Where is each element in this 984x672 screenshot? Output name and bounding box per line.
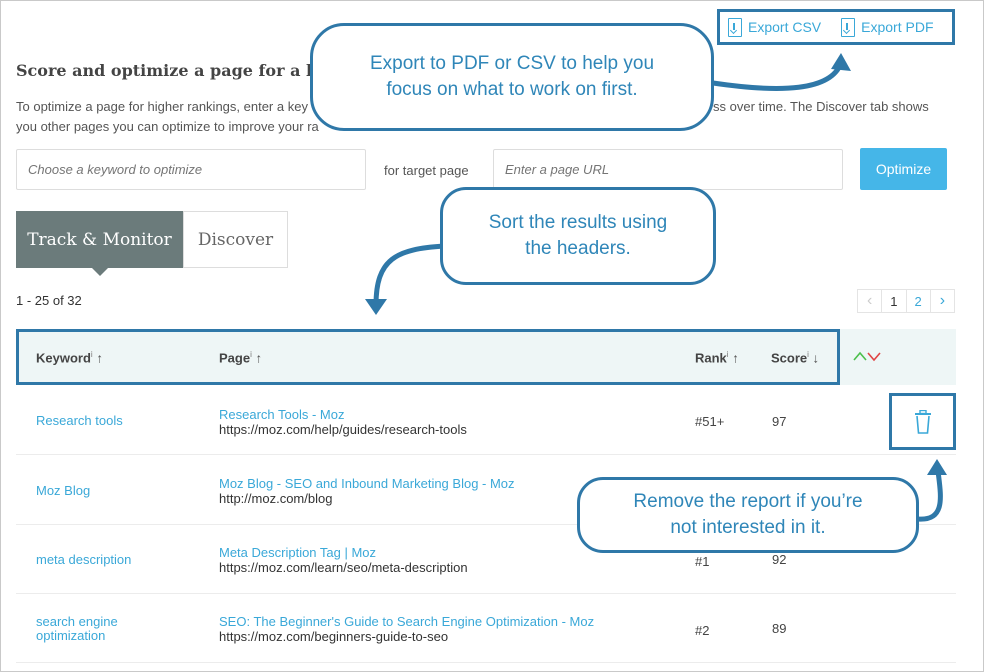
page-cell: Research Tools - Moz https://moz.com/hel… <box>219 407 467 437</box>
page-url: https://moz.com/help/guides/research-too… <box>219 422 467 437</box>
results-count: 1 - 25 of 32 <box>16 293 82 308</box>
prev-page-button[interactable]: ‹ <box>858 290 883 312</box>
pagination: ‹ 1 2 › <box>857 289 955 313</box>
sort-arrow-icon: ↑ <box>255 350 262 366</box>
tab-track-monitor[interactable]: Track & Monitor <box>16 211 183 276</box>
keyword-column-header[interactable]: Keywordi ↑ <box>36 350 103 365</box>
sort-arrow-icon: ↓ <box>812 350 820 366</box>
page-title: Score and optimize a page for a key <box>16 61 337 80</box>
download-document-icon <box>841 17 856 37</box>
keyword-link[interactable]: Research tools <box>36 414 123 428</box>
description-line1-end: ss over time. The Discover tab shows <box>713 99 929 114</box>
sort-arrow-icon: ↑ <box>96 350 103 366</box>
table-row: search engine optimization SEO: The Begi… <box>16 594 956 663</box>
page-cell: Meta Description Tag | Moz https://moz.c… <box>219 545 468 575</box>
page-url: http://moz.com/blog <box>219 491 333 506</box>
export-pdf-label: Export PDF <box>861 19 934 35</box>
keyword-link[interactable]: meta description <box>36 553 131 567</box>
rank-change-icon <box>853 350 883 365</box>
download-document-icon <box>728 17 742 37</box>
app-frame: Export CSV Export PDF Score and optimize… <box>0 0 984 672</box>
optimize-button[interactable]: Optimize <box>860 148 947 190</box>
keyword-link[interactable]: search engine optimization <box>36 615 146 643</box>
export-pdf-button[interactable]: Export PDF <box>841 17 934 37</box>
sort-callout: Sort the results using the headers. <box>440 187 716 285</box>
rank-value: #51+ <box>695 414 725 429</box>
page-column-header[interactable]: Pagei ↑ <box>219 350 262 365</box>
tab-label: Discover <box>197 229 274 250</box>
score-value: 92 <box>772 552 787 567</box>
tab-discover[interactable]: Discover <box>183 211 288 268</box>
rank-value: #2 <box>695 623 710 638</box>
tab-label: Track & Monitor <box>27 229 172 250</box>
page-url: https://moz.com/learn/seo/meta-descripti… <box>219 560 468 575</box>
export-toolbar: Export CSV Export PDF <box>717 9 955 45</box>
page-cell: SEO: The Beginner's Guide to Search Engi… <box>219 614 594 644</box>
rank-column-header[interactable]: Ranki ↑ <box>695 350 739 365</box>
export-csv-button[interactable]: Export CSV <box>728 17 822 37</box>
keyword-link[interactable]: Moz Blog <box>36 484 90 498</box>
description-line1: To optimize a page for higher rankings, … <box>16 99 308 114</box>
page-title-link[interactable]: Meta Description Tag | Moz <box>219 545 468 560</box>
score-value: 89 <box>772 621 787 636</box>
sort-arrow-icon: ↑ <box>732 350 739 366</box>
export-callout: Export to PDF or CSV to help you focus on… <box>310 23 714 131</box>
page-cell: Moz Blog - SEO and Inbound Marketing Blo… <box>219 476 515 506</box>
page-title-link[interactable]: SEO: The Beginner's Guide to Search Engi… <box>219 614 594 629</box>
remove-report-button[interactable] <box>889 393 956 450</box>
page-url: https://moz.com/beginners-guide-to-seo <box>219 629 449 644</box>
table-row: Research tools Research Tools - Moz http… <box>16 386 956 455</box>
next-page-button[interactable]: › <box>931 290 954 312</box>
score-value: 97 <box>772 414 787 429</box>
page-2-link[interactable]: 2 <box>907 290 931 312</box>
page-url-input[interactable] <box>493 149 843 190</box>
page-title-link[interactable]: Moz Blog - SEO and Inbound Marketing Blo… <box>219 476 515 491</box>
export-csv-label: Export CSV <box>748 19 822 35</box>
rank-value: #1 <box>695 554 710 569</box>
target-page-label: for target page <box>384 163 469 178</box>
score-column-header[interactable]: Scorei ↓ <box>771 350 819 365</box>
page-title-link[interactable]: Research Tools - Moz <box>219 407 467 422</box>
keyword-input[interactable] <box>16 149 366 190</box>
current-page: 1 <box>882 290 907 312</box>
remove-callout: Remove the report if you’re not intereste… <box>577 477 919 553</box>
trash-icon <box>914 409 931 434</box>
